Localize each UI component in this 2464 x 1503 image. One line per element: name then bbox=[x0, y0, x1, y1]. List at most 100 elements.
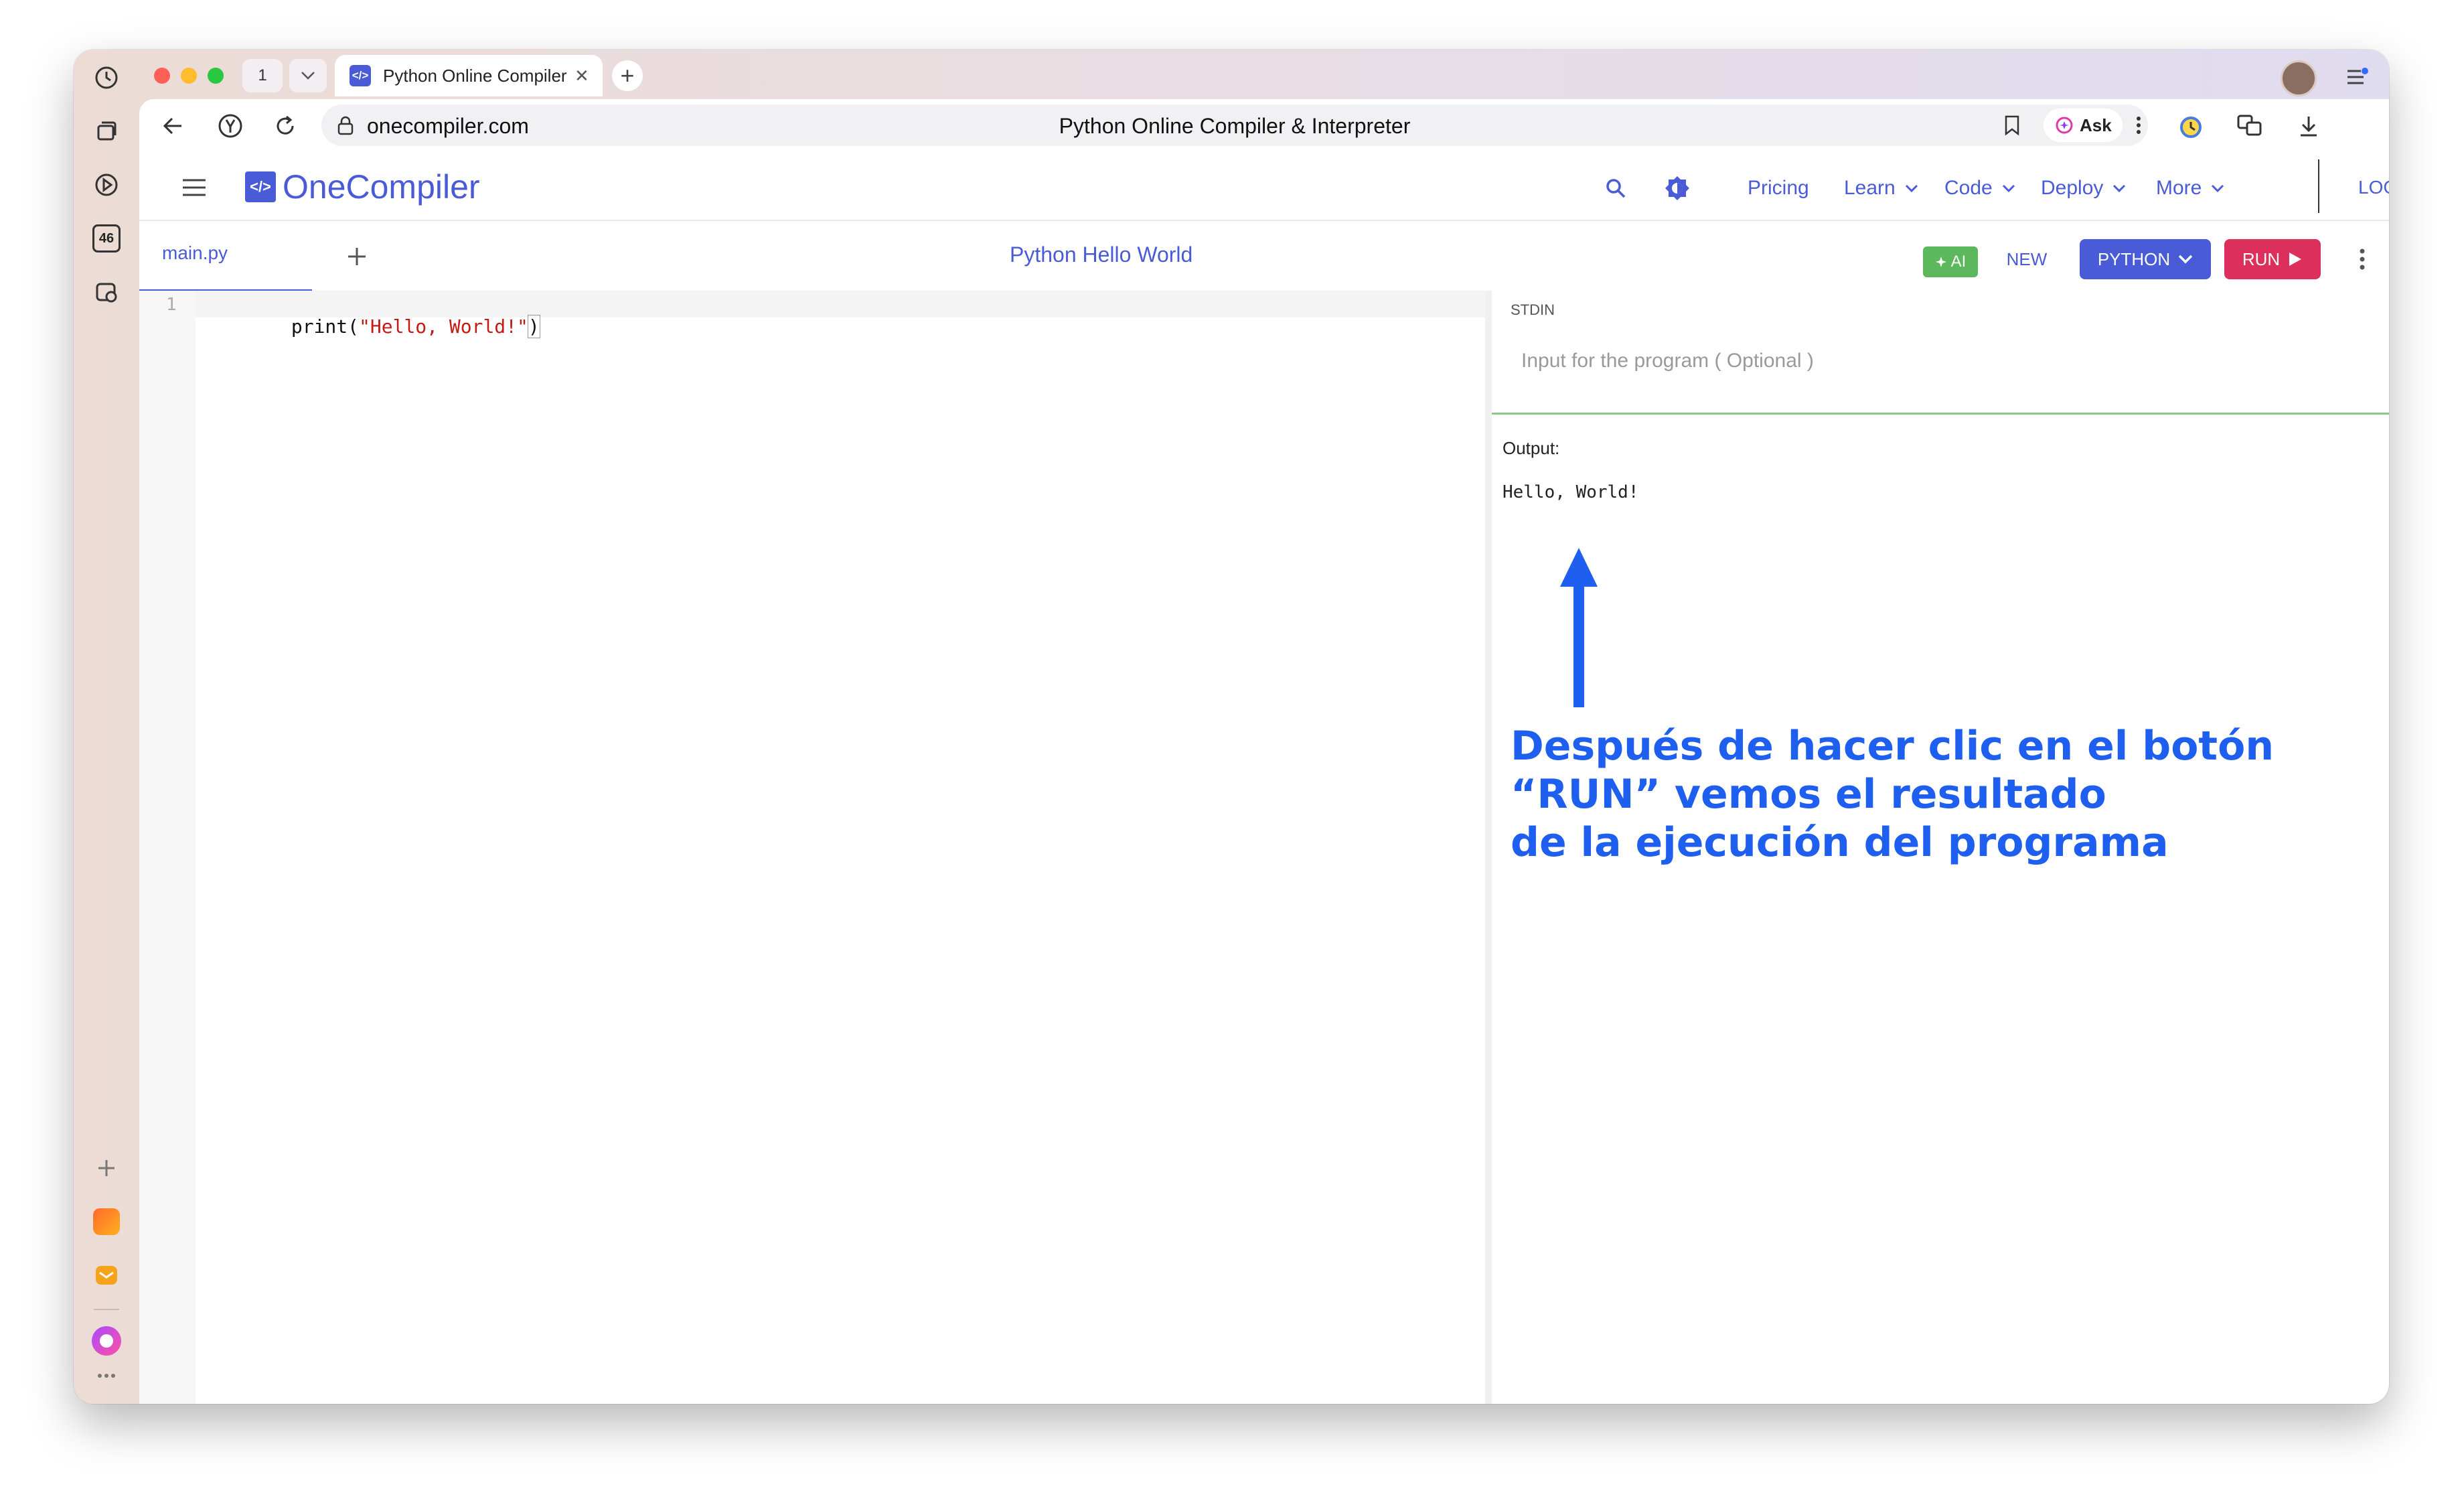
file-tab-main[interactable]: main.py bbox=[139, 221, 312, 292]
collections-button[interactable] bbox=[86, 111, 127, 151]
tab-count-button[interactable]: 1 bbox=[242, 59, 283, 92]
sparkle-icon bbox=[1935, 257, 1946, 267]
sidebar-divider bbox=[94, 1309, 119, 1310]
editor-menu-button[interactable] bbox=[2349, 241, 2376, 277]
language-label: PYTHON bbox=[2097, 248, 2171, 269]
video-button[interactable] bbox=[86, 165, 127, 205]
tab-list-button[interactable] bbox=[289, 59, 327, 92]
run-label: RUN bbox=[2242, 248, 2281, 269]
sidebar-app-alice[interactable] bbox=[86, 1321, 127, 1361]
login-label: LOGIN bbox=[2358, 177, 2389, 198]
chevron-down-icon bbox=[1905, 184, 1918, 192]
program-title[interactable]: Python Hello World bbox=[1010, 242, 1192, 267]
tab-count: 1 bbox=[258, 66, 267, 84]
chevron-down-icon bbox=[301, 72, 315, 80]
line-number: 1 bbox=[166, 295, 177, 315]
screenshot-button[interactable] bbox=[86, 272, 127, 312]
nav-deploy[interactable]: Deploy bbox=[2041, 177, 2126, 200]
ai-button[interactable]: AI bbox=[1923, 246, 1978, 277]
hamburger-menu-button[interactable] bbox=[175, 169, 213, 206]
nav-deploy-label: Deploy bbox=[2041, 177, 2104, 199]
login-link[interactable]: LOGIN bbox=[2358, 177, 2389, 198]
io-panel: STDIN Input for the program ( Optional )… bbox=[1492, 291, 2389, 1404]
reload-button[interactable] bbox=[266, 107, 304, 145]
list-icon bbox=[2347, 68, 2368, 84]
calendar-button[interactable]: 46 bbox=[86, 218, 127, 259]
maximize-window-button[interactable] bbox=[208, 68, 224, 84]
cards-icon bbox=[97, 121, 117, 141]
bookmark-button[interactable] bbox=[1995, 109, 2029, 142]
sidebar-app-mail[interactable] bbox=[86, 1255, 127, 1295]
ask-button[interactable]: Ask bbox=[2044, 109, 2123, 142]
logo[interactable]: </> OneCompiler bbox=[245, 167, 480, 206]
translate-button[interactable] bbox=[2231, 107, 2268, 145]
new-button[interactable]: NEW bbox=[1998, 239, 2056, 279]
minimize-window-button[interactable] bbox=[181, 68, 197, 84]
file-tab-label: main.py bbox=[162, 242, 228, 263]
theme-toggle-button[interactable] bbox=[1659, 170, 1695, 206]
back-button[interactable] bbox=[154, 107, 191, 145]
stdin-underline bbox=[1492, 413, 2389, 415]
annotation-arrow-icon bbox=[1560, 548, 1598, 707]
badge-icon: 46 bbox=[92, 224, 121, 253]
history-button[interactable] bbox=[86, 58, 127, 98]
avatar[interactable] bbox=[2281, 60, 2317, 96]
downloads-button[interactable] bbox=[2290, 107, 2327, 145]
search-button[interactable] bbox=[1599, 171, 1632, 205]
addressbar-menu-button[interactable] bbox=[2132, 109, 2145, 142]
ask-label: Ask bbox=[2080, 115, 2112, 135]
sidebar-app-orange[interactable] bbox=[86, 1202, 127, 1242]
output-label: Output: bbox=[1503, 438, 1560, 458]
app-icon bbox=[93, 1208, 120, 1235]
new-tab-button[interactable]: + bbox=[612, 60, 643, 91]
app-header: </> OneCompiler Pricing Learn Code Deplo… bbox=[139, 153, 2389, 221]
extension-button[interactable] bbox=[2172, 107, 2210, 145]
output-text: Hello, World! bbox=[1503, 482, 1639, 502]
favicon-icon: </> bbox=[350, 65, 371, 86]
more-horizontal-icon bbox=[98, 1374, 115, 1378]
annotation-line-3: de la ejecución del programa bbox=[1511, 819, 2169, 866]
tabs-menu-button[interactable] bbox=[2341, 60, 2374, 94]
mail-icon bbox=[96, 1266, 117, 1285]
annotation-text: Después de hacer clic en el botón “RUN” … bbox=[1511, 722, 2274, 867]
browser-tab[interactable]: </> Python Online Compiler ✕ bbox=[335, 55, 603, 96]
plus-icon bbox=[348, 248, 366, 265]
logo-icon: </> bbox=[245, 171, 276, 202]
sidebar-more-button[interactable] bbox=[86, 1362, 127, 1389]
ask-ai-icon bbox=[2056, 117, 2073, 134]
play-icon bbox=[95, 173, 118, 196]
address-bar[interactable]: onecompiler.com Python Online Compiler &… bbox=[321, 104, 2148, 146]
clock-icon bbox=[95, 66, 118, 89]
nav-pricing[interactable]: Pricing bbox=[1748, 177, 1809, 200]
tab-title: Python Online Compiler bbox=[383, 65, 567, 86]
play-icon bbox=[2289, 253, 2302, 266]
stdin-placeholder: Input for the program ( Optional ) bbox=[1521, 350, 1814, 372]
code-editor[interactable]: 1 print("Hello, World!") bbox=[139, 291, 1485, 1404]
nav-code[interactable]: Code bbox=[1944, 177, 2015, 200]
close-window-button[interactable] bbox=[154, 68, 170, 84]
alarm-clock-icon bbox=[2180, 117, 2202, 138]
stdin-input[interactable]: Input for the program ( Optional ) bbox=[1505, 324, 2382, 398]
nav-pricing-label: Pricing bbox=[1748, 177, 1809, 199]
panel-divider[interactable] bbox=[1485, 291, 1492, 1404]
yandex-button[interactable] bbox=[212, 107, 249, 145]
close-tab-icon[interactable]: ✕ bbox=[574, 66, 589, 86]
download-icon bbox=[2301, 117, 2317, 137]
nav-code-label: Code bbox=[1944, 177, 1993, 199]
browser-content: onecompiler.com Python Online Compiler &… bbox=[139, 99, 2389, 1404]
language-select[interactable]: PYTHON bbox=[2080, 239, 2211, 279]
badge-count: 46 bbox=[98, 230, 114, 246]
code-line[interactable]: print("Hello, World!") bbox=[201, 293, 540, 360]
run-button[interactable]: RUN bbox=[2224, 239, 2321, 279]
add-sidebar-app-button[interactable] bbox=[86, 1148, 127, 1188]
more-vertical-icon bbox=[2360, 248, 2365, 270]
nav-more[interactable]: More bbox=[2156, 177, 2224, 200]
logo-text: OneCompiler bbox=[283, 168, 480, 206]
nav-learn[interactable]: Learn bbox=[1844, 177, 1918, 200]
add-file-button[interactable] bbox=[340, 240, 374, 273]
more-vertical-icon bbox=[2137, 117, 2141, 134]
new-label: NEW bbox=[2006, 248, 2048, 269]
plus-icon bbox=[98, 1160, 114, 1176]
line-gutter bbox=[139, 291, 196, 1404]
nav-divider bbox=[2318, 159, 2319, 213]
